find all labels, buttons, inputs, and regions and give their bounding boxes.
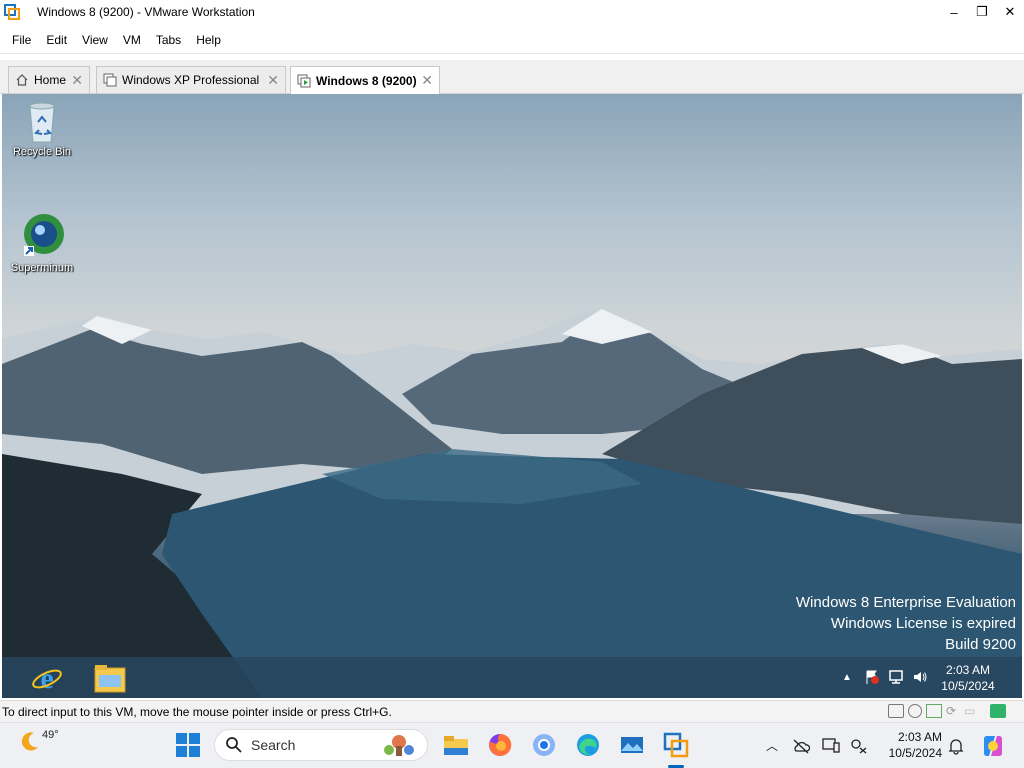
maximize-button[interactable]: ❐ (968, 0, 996, 24)
guest-clock[interactable]: 2:03 AM 10/5/2024 (938, 662, 998, 694)
window-title: Windows 8 (9200) - VMware Workstation (37, 5, 255, 19)
guest-date: 10/5/2024 (941, 679, 995, 693)
menu-view[interactable]: View (76, 33, 114, 47)
tab-strip: Home ✕ Windows XP Professional ✕ Windows… (0, 60, 1024, 94)
guest-system-tray: ▲ (842, 669, 928, 685)
superminum-label: Superminum (10, 262, 74, 274)
file-explorer-icon[interactable] (442, 731, 470, 759)
search-placeholder: Search (251, 737, 296, 753)
watermark-build: Build 9200 (945, 636, 1016, 653)
host-system-tray: ︿ (766, 737, 868, 754)
minimize-button[interactable]: – (940, 0, 968, 24)
vm-display[interactable]: Recycle Bin Superminum Windows 8 Enterpr… (2, 94, 1022, 698)
watermark-edition: Windows 8 Enterprise Evaluation (795, 594, 1016, 611)
recycle-bin-label: Recycle Bin (12, 146, 72, 158)
recycle-bin-icon (29, 102, 55, 143)
watermark-license: Windows License is expired (830, 615, 1016, 632)
host-clock[interactable]: 2:03 AM 10/5/2024 (880, 729, 942, 761)
network-adapter-status-icon[interactable] (926, 704, 942, 718)
svg-text:e: e (40, 662, 53, 695)
search-input[interactable]: Search (214, 729, 428, 761)
desktop-icon-recycle-bin[interactable]: Recycle Bin (2, 100, 82, 158)
network-vpn-icon[interactable] (850, 738, 868, 754)
start-icon[interactable] (174, 731, 202, 759)
tab-windows-xp[interactable]: Windows XP Professional ✕ (96, 66, 286, 93)
status-message: To direct input to this VM, move the mou… (2, 704, 392, 719)
status-bar: To direct input to this VM, move the mou… (0, 700, 1024, 722)
tab-windows-xp-close-icon[interactable]: ✕ (267, 72, 279, 89)
sound-status-icon[interactable]: ▭ (964, 704, 978, 718)
menu-file[interactable]: File (6, 33, 37, 47)
guest-time: 2:03 AM (945, 663, 991, 677)
menu-help[interactable]: Help (190, 33, 227, 47)
vmware-icon[interactable] (662, 731, 690, 759)
tab-windows-8[interactable]: Windows 8 (9200) ✕ (290, 66, 440, 94)
tab-home-close-icon[interactable]: ✕ (71, 72, 83, 89)
tab-home[interactable]: Home ✕ (8, 66, 90, 93)
close-button[interactable]: ✕ (996, 0, 1024, 24)
host-taskbar: 49° Search ︿ 2:03 AM 10/5/2024 (0, 722, 1024, 768)
photos-icon[interactable] (618, 731, 646, 759)
tab-windows-8-close-icon[interactable]: ✕ (421, 72, 433, 89)
guest-taskbar: e ▲ 2:03 AM 10/5/2024 (2, 657, 1022, 698)
menu-vm[interactable]: VM (117, 33, 147, 47)
weather-widget[interactable]: 49° (18, 729, 59, 753)
cd-rom-status-icon[interactable] (908, 704, 922, 718)
search-highlight-icon (384, 735, 414, 756)
host-date: 10/5/2024 (888, 746, 942, 760)
hard-disk-status-icon[interactable] (888, 704, 904, 718)
weather-temperature: 49° (42, 729, 59, 741)
tab-home-label: Home (34, 73, 67, 87)
window-title-bar: Windows 8 (9200) - VMware Workstation – … (0, 0, 1024, 24)
tab-windows-8-label: Windows 8 (9200) (316, 73, 417, 88)
action-center-flag-icon[interactable] (864, 669, 880, 685)
menu-tabs[interactable]: Tabs (150, 33, 187, 47)
activation-watermark: Windows 8 Enterprise Evaluation Windows … (796, 592, 1016, 655)
superminum-icon (24, 214, 64, 256)
internet-explorer-icon[interactable]: e (30, 661, 64, 695)
menu-bar: File Edit View VM Tabs Help (0, 26, 1024, 54)
edge-icon[interactable] (574, 731, 602, 759)
show-hidden-icons-chevron-icon[interactable]: ︿ (766, 737, 778, 754)
host-time: 2:03 AM (897, 730, 942, 744)
onedrive-offline-icon[interactable] (792, 738, 811, 754)
usb-status-icon[interactable]: ⟳ (946, 704, 960, 718)
chrome-icon[interactable] (530, 731, 558, 759)
volume-icon[interactable] (912, 669, 928, 685)
display-icon[interactable] (822, 737, 840, 754)
moon-weather-icon (21, 732, 38, 751)
network-icon[interactable] (888, 669, 904, 685)
copilot-icon[interactable] (980, 733, 1006, 759)
vmware-app-icon (4, 4, 20, 20)
guest-file-explorer-icon[interactable] (92, 661, 128, 695)
notification-bell-icon[interactable] (948, 737, 964, 755)
desktop-icon-superminum[interactable]: Superminum (2, 212, 82, 274)
vm-running-icon (297, 74, 311, 87)
tab-windows-xp-label: Windows XP Professional (122, 73, 260, 87)
home-icon (16, 74, 28, 86)
guest-tray-chevron-icon[interactable]: ▲ (842, 672, 852, 683)
menu-edit[interactable]: Edit (40, 33, 73, 47)
message-log-icon[interactable] (990, 704, 1006, 718)
vm-icon (103, 73, 117, 87)
search-icon (226, 737, 242, 753)
firefox-icon[interactable] (486, 731, 514, 759)
